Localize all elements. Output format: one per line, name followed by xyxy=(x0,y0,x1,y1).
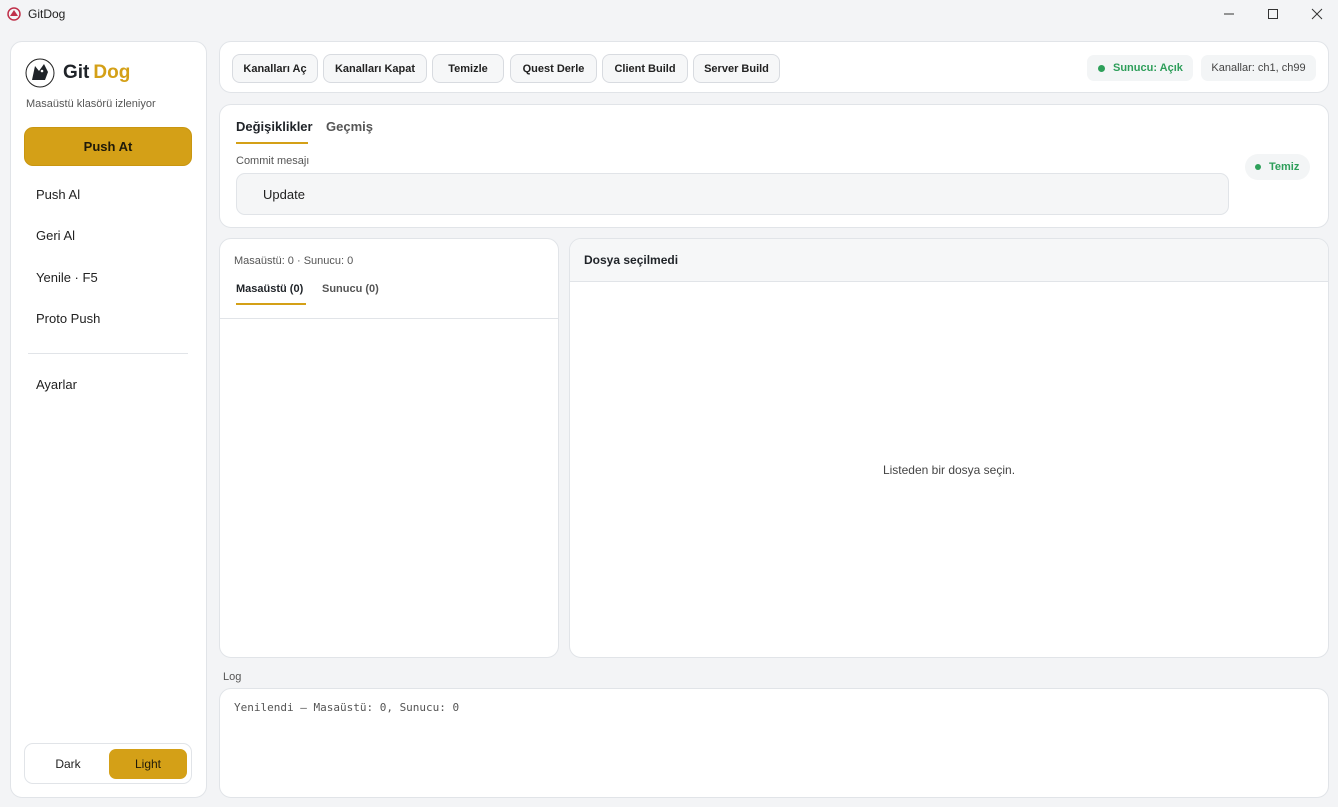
files-panel: Masaüstü: 0 · Sunucu: 0 Masaüstü (0) Sun… xyxy=(219,238,559,658)
close-channels-button[interactable]: Kanalları Kapat xyxy=(323,54,427,83)
files-divider xyxy=(220,318,558,319)
sidebar-divider xyxy=(28,353,188,354)
clean-button[interactable]: Temizle xyxy=(432,54,504,83)
commit-message-input[interactable] xyxy=(236,173,1229,215)
theme-toggle: Dark Light xyxy=(24,743,192,784)
maximize-icon xyxy=(1268,9,1278,19)
active-files-tab-indicator xyxy=(236,303,306,305)
commit-panel: Değişiklikler Geçmiş Commit mesajı Temiz xyxy=(219,104,1329,228)
tab-history[interactable]: Geçmiş xyxy=(326,119,373,134)
client-build-button[interactable]: Client Build xyxy=(602,54,688,83)
log-output[interactable]: Yenilendi — Masaüstü: 0, Sunucu: 0 xyxy=(219,688,1329,798)
sidebar-item-proto-push[interactable]: Proto Push xyxy=(36,311,100,326)
sidebar-item-ayarlar[interactable]: Ayarlar xyxy=(36,377,77,392)
sidebar: Git Dog Masaüstü klasörü izleniyor Push … xyxy=(10,41,207,798)
channels-badge: Kanallar: ch1, ch99 xyxy=(1201,55,1316,81)
watch-status: Masaüstü klasörü izleniyor xyxy=(26,98,156,110)
minimize-icon xyxy=(1224,13,1234,15)
sidebar-item-push-al[interactable]: Push Al xyxy=(36,187,80,202)
push-at-button[interactable]: Push At xyxy=(24,127,192,166)
maximize-button[interactable] xyxy=(1250,0,1296,28)
logo-text-git: Git xyxy=(63,62,90,83)
server-build-button[interactable]: Server Build xyxy=(693,54,780,83)
theme-light-button[interactable]: Light xyxy=(109,749,187,779)
log-line: Yenilendi — Masaüstü: 0, Sunucu: 0 xyxy=(234,701,460,714)
active-tab-indicator xyxy=(236,142,308,144)
sidebar-item-yenile[interactable]: Yenile · F5 xyxy=(36,270,98,285)
brand-logo: Git Dog xyxy=(25,58,130,88)
tab-desktop-files[interactable]: Masaüstü (0) xyxy=(236,283,303,295)
file-preview-panel: Dosya seçilmedi Listeden bir dosya seçin… xyxy=(569,238,1329,658)
close-button[interactable] xyxy=(1294,0,1338,28)
preview-empty-message: Listeden bir dosya seçin. xyxy=(882,463,1016,477)
log-label: Log xyxy=(223,671,242,683)
clean-dot-icon xyxy=(1255,164,1261,170)
commit-message-label: Commit mesajı xyxy=(236,155,310,167)
logo-text-dog: Dog xyxy=(93,62,131,83)
theme-dark-button[interactable]: Dark xyxy=(29,749,107,779)
status-dot-icon xyxy=(1098,64,1105,72)
minimize-button[interactable] xyxy=(1206,0,1252,28)
tab-changes[interactable]: Değişiklikler xyxy=(236,119,313,134)
server-status-badge: Sunucu: Açık xyxy=(1087,55,1193,81)
open-channels-button[interactable]: Kanalları Aç xyxy=(232,54,318,83)
title-bar: GitDog xyxy=(0,0,1338,28)
preview-header: Dosya seçilmedi xyxy=(570,239,1328,282)
file-counts: Masaüstü: 0 · Sunucu: 0 xyxy=(234,255,354,267)
quest-compile-button[interactable]: Quest Derle xyxy=(510,54,597,83)
toolbar: Kanalları Aç Kanalları Kapat Temizle Que… xyxy=(219,41,1329,93)
repo-state-badge: Temiz xyxy=(1245,154,1310,180)
sidebar-item-geri-al[interactable]: Geri Al xyxy=(36,228,75,243)
repo-state-text: Temiz xyxy=(1269,161,1300,173)
dog-logo-icon xyxy=(25,58,55,88)
app-logo-icon xyxy=(7,7,21,21)
close-icon xyxy=(1311,8,1323,20)
window-title: GitDog xyxy=(28,7,66,21)
server-status-text: Sunucu: Açık xyxy=(1113,62,1183,74)
tab-server-files[interactable]: Sunucu (0) xyxy=(322,283,379,295)
